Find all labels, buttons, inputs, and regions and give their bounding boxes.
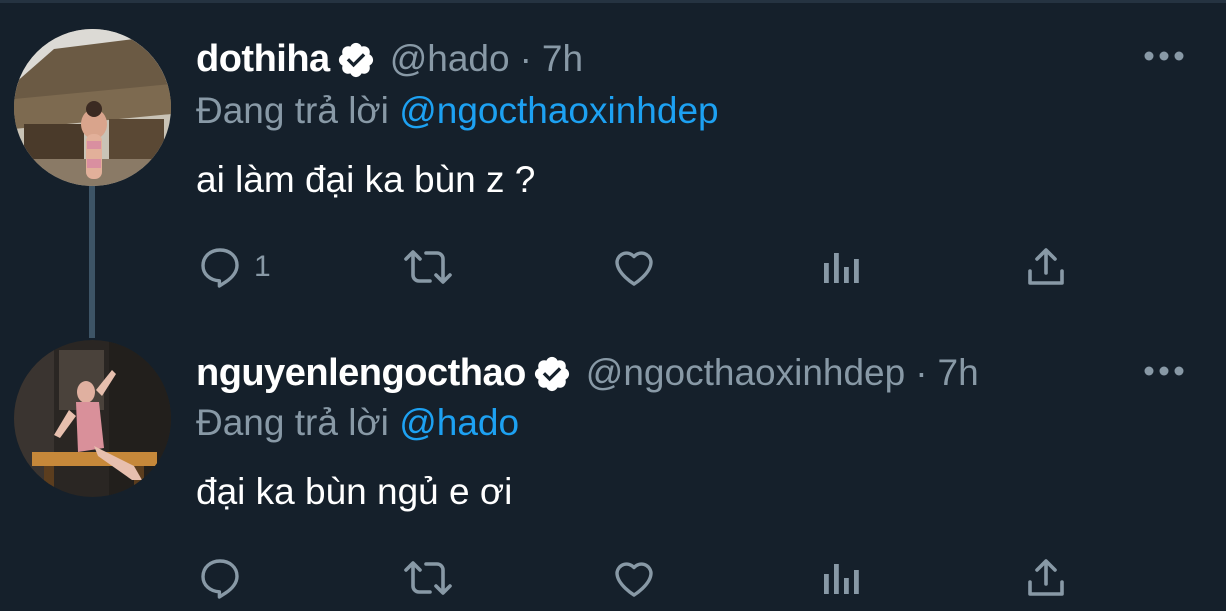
retweet-icon xyxy=(404,561,452,595)
reply-context: Đang trả lời @hado xyxy=(196,402,519,444)
timestamp[interactable]: 7h xyxy=(542,38,583,80)
tweet-header: dothiha @hado · 7h xyxy=(196,38,583,81)
retweet-button[interactable] xyxy=(400,553,456,603)
tweet-2[interactable]: nguyenlengocthao @ngocthaoxinhdep · 7h Đ… xyxy=(0,340,1226,611)
more-dots-icon[interactable] xyxy=(1142,46,1186,66)
separator-dot: · xyxy=(519,38,532,79)
reply-prefix: Đang trả lời xyxy=(196,90,389,131)
analytics-button[interactable] xyxy=(818,553,862,603)
share-button[interactable] xyxy=(1022,553,1070,603)
handle[interactable]: @ngocthaoxinhdep xyxy=(586,352,905,394)
more-dots-icon[interactable] xyxy=(1142,361,1186,381)
tweet-header: nguyenlengocthao @ngocthaoxinhdep · 7h xyxy=(196,352,979,395)
action-bar: 1 xyxy=(196,242,1076,292)
retweet-icon xyxy=(404,250,452,284)
share-upload-icon xyxy=(1028,559,1064,596)
share-upload-icon xyxy=(1028,248,1064,285)
reply-context: Đang trả lời @ngocthaoxinhdep xyxy=(196,90,719,132)
reply-mention-link[interactable]: @hado xyxy=(399,402,519,443)
separator-dot: · xyxy=(915,352,928,393)
handle[interactable]: @hado xyxy=(390,38,510,80)
avatar[interactable] xyxy=(14,29,171,186)
verified-badge-icon xyxy=(336,40,376,80)
like-button[interactable] xyxy=(610,553,658,603)
display-name[interactable]: dothiha xyxy=(196,38,330,81)
like-button[interactable] xyxy=(610,242,658,292)
reply-bubble-icon xyxy=(201,248,239,288)
analytics-button[interactable] xyxy=(818,242,862,292)
heart-icon xyxy=(615,251,653,286)
analytics-bars-icon xyxy=(824,564,859,594)
verified-badge-icon xyxy=(532,354,572,394)
reply-mention-link[interactable]: @ngocthaoxinhdep xyxy=(399,90,718,131)
action-bar xyxy=(196,553,1076,603)
reply-count: 1 xyxy=(254,250,271,283)
avatar[interactable] xyxy=(14,340,171,497)
tweet-text: đại ka bùn ngủ e ơi xyxy=(196,471,513,512)
reply-prefix: Đang trả lời xyxy=(196,402,389,443)
analytics-bars-icon xyxy=(824,253,859,283)
reply-bubble-icon xyxy=(201,559,239,599)
tweet-1[interactable]: dothiha @hado · 7h Đang trả lời @ngoctha… xyxy=(0,0,1226,340)
timestamp[interactable]: 7h xyxy=(938,352,979,394)
reply-button[interactable] xyxy=(196,553,254,603)
tweet-text: ai làm đại ka bùn z ? xyxy=(196,159,536,200)
heart-icon xyxy=(615,562,653,597)
retweet-button[interactable] xyxy=(400,242,456,292)
reply-button[interactable]: 1 xyxy=(196,242,271,292)
share-button[interactable] xyxy=(1022,242,1070,292)
display-name[interactable]: nguyenlengocthao xyxy=(196,352,526,395)
thread-connector-line xyxy=(89,186,95,338)
